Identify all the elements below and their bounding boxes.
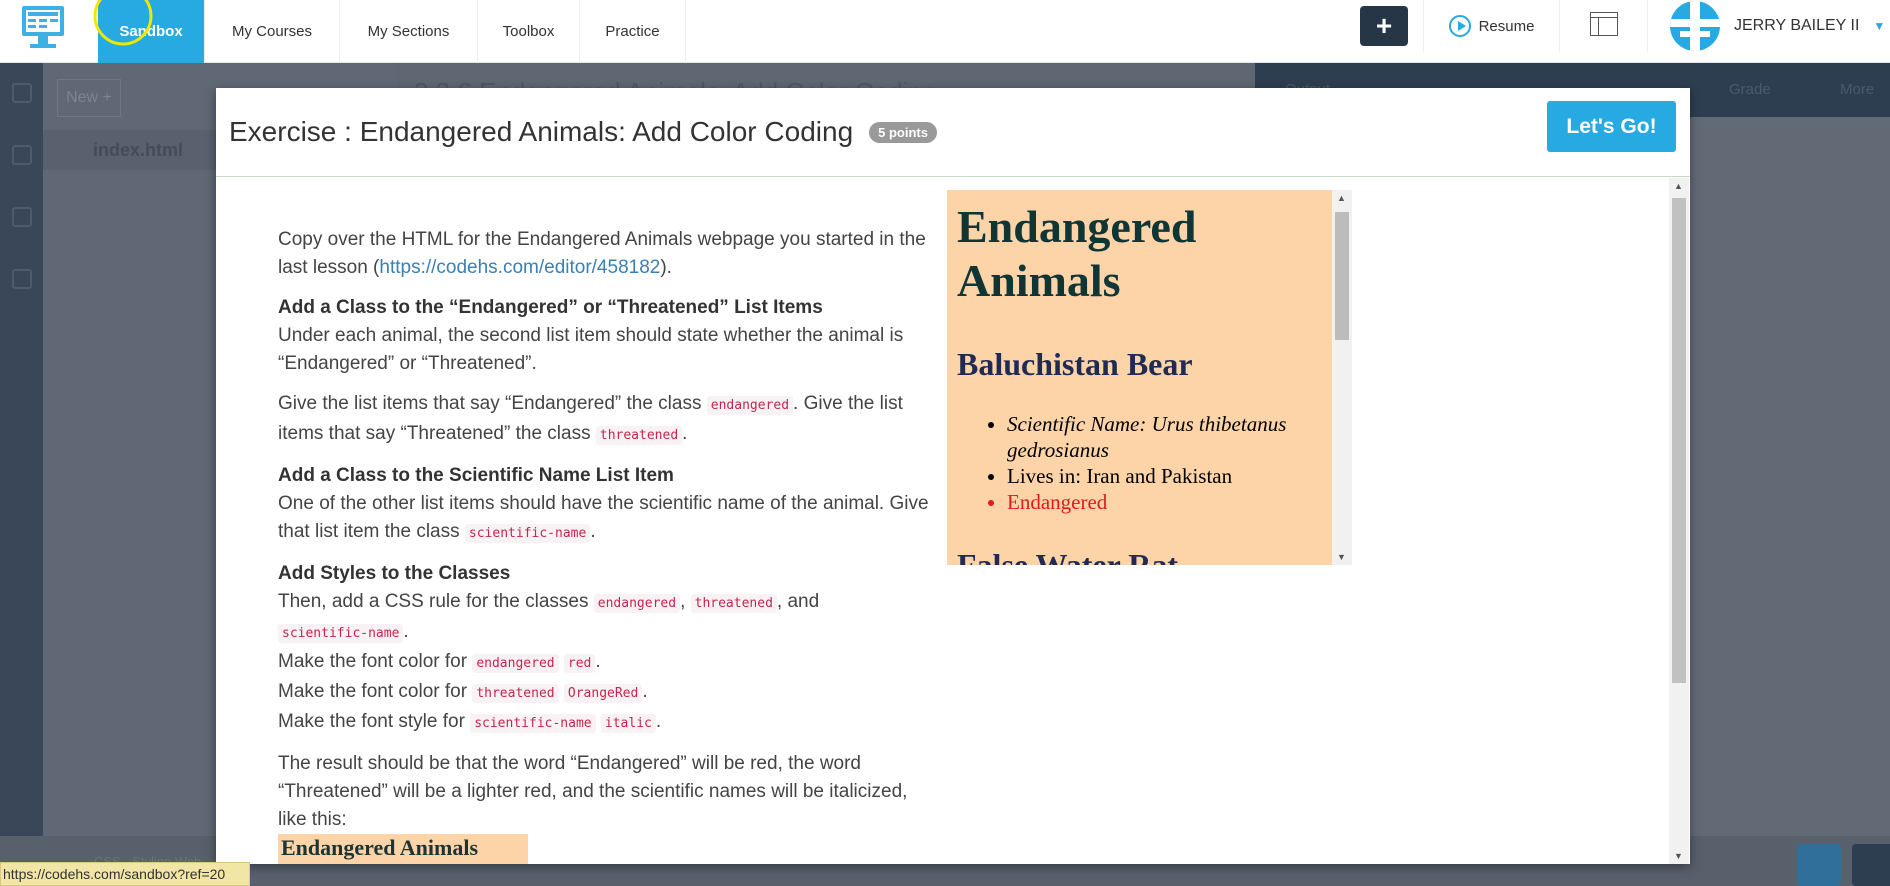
text: The result should be that the word “Enda… bbox=[278, 753, 908, 830]
text: ). bbox=[660, 257, 672, 278]
section-heading: Add a Class to the Scientific Name List … bbox=[278, 465, 674, 486]
modal-scrollbar[interactable]: ▲ ▼ bbox=[1669, 178, 1689, 864]
left-icon-strip bbox=[0, 63, 43, 843]
list-item: Scientific Name: Urus thibetanus gedrosi… bbox=[1007, 411, 1317, 463]
code-endangered: endangered bbox=[706, 396, 794, 415]
editor-link[interactable]: https://codehs.com/editor/458182 bbox=[379, 257, 660, 278]
section-heading: Add a Class to the “Endangered” or “Thre… bbox=[278, 297, 823, 318]
code-scientific-name: scientific-name bbox=[278, 624, 404, 643]
text: Then, add a CSS rule for the classes bbox=[278, 591, 594, 612]
output-preview: Endangered Animals Baluchistan Bear Scie… bbox=[947, 190, 1352, 565]
modal-header: Exercise : Endangered Animals: Add Color… bbox=[216, 88, 1690, 177]
code-file-icon[interactable] bbox=[11, 207, 32, 227]
code-orangered: OrangeRed bbox=[563, 684, 643, 703]
text: Under each animal, the second list item … bbox=[278, 325, 904, 374]
scroll-down-icon[interactable]: ▼ bbox=[1674, 851, 1683, 861]
text: Give the list items that say “Endangered… bbox=[278, 393, 707, 414]
preview-title: Endangered Animals bbox=[957, 201, 1197, 306]
preview-animal-heading: Baluchistan Bear bbox=[957, 346, 1193, 382]
text: Make the font color for bbox=[278, 651, 473, 672]
code-threatened: threatened bbox=[690, 594, 777, 613]
window-layout-icon[interactable] bbox=[1590, 12, 1618, 36]
gear-icon[interactable] bbox=[11, 269, 32, 289]
cursor-highlight-icon bbox=[93, 0, 153, 46]
text: . bbox=[403, 621, 409, 642]
user-name: JERRY BAILEY II bbox=[1734, 17, 1860, 34]
code-threatened: threatened bbox=[595, 426, 683, 445]
tab-more[interactable]: More bbox=[1840, 81, 1874, 98]
info-icon[interactable] bbox=[1852, 844, 1890, 886]
section-heading: Add Styles to the Classes bbox=[278, 563, 511, 584]
text: Make the font style for bbox=[278, 711, 471, 732]
code-scientific-name: scientific-name bbox=[470, 714, 596, 733]
text: . bbox=[655, 711, 662, 732]
text: Make the font color for bbox=[278, 681, 473, 702]
code-scientific-name: scientific-name bbox=[464, 524, 591, 543]
tab-my-sections[interactable]: My Sections bbox=[340, 0, 478, 63]
example-image: Endangered Animals bbox=[278, 834, 528, 864]
text: . bbox=[590, 521, 596, 542]
list-item: Lives in: Iran and Pakistan bbox=[1007, 463, 1317, 489]
preview-list: Scientific Name: Urus thibetanus gedrosi… bbox=[1007, 411, 1317, 515]
tab-grade[interactable]: Grade bbox=[1729, 81, 1771, 98]
code-endangered: endangered bbox=[593, 594, 681, 613]
text: One of the other list items should have … bbox=[278, 493, 929, 542]
text: . bbox=[642, 681, 648, 702]
avatar bbox=[1670, 1, 1720, 51]
scroll-up-icon[interactable]: ▲ bbox=[1674, 181, 1683, 191]
preview-animal-heading: False Water Rat bbox=[957, 547, 1178, 565]
new-file-button[interactable]: New + bbox=[57, 79, 121, 117]
resume-button[interactable]: Resume bbox=[1423, 0, 1560, 52]
tab-my-courses[interactable]: My Courses bbox=[205, 0, 340, 63]
resume-label: Resume bbox=[1478, 17, 1535, 35]
lets-go-button[interactable]: Let's Go! bbox=[1547, 101, 1676, 152]
scroll-up-icon[interactable]: ▲ bbox=[1337, 193, 1346, 203]
tab-practice[interactable]: Practice bbox=[580, 0, 686, 63]
instructions: Copy over the HTML for the Endangered An… bbox=[278, 226, 938, 864]
chevron-down-icon: ▼ bbox=[1873, 19, 1886, 33]
code-italic: italic bbox=[600, 714, 656, 733]
text: . bbox=[682, 423, 688, 444]
modal-body: Copy over the HTML for the Endangered An… bbox=[216, 178, 1690, 864]
code-red: red bbox=[563, 654, 596, 673]
text: , and bbox=[776, 591, 820, 612]
list-item: Endangered bbox=[1007, 489, 1317, 515]
code-threatened: threatened bbox=[472, 684, 559, 703]
preview-scrollbar[interactable]: ▲ ▼ bbox=[1332, 190, 1352, 565]
top-nav: Sandbox My Courses My Sections Toolbox P… bbox=[0, 0, 1890, 63]
code-endangered: endangered bbox=[472, 654, 559, 673]
text: . bbox=[595, 651, 601, 672]
lab-icon[interactable] bbox=[1797, 844, 1841, 886]
tab-toolbox[interactable]: Toolbox bbox=[478, 0, 580, 63]
modal-title: Exercise : Endangered Animals: Add Color… bbox=[229, 116, 854, 147]
codehs-logo-icon[interactable] bbox=[18, 2, 68, 52]
points-badge: 5 points bbox=[869, 121, 937, 143]
add-button[interactable]: + bbox=[1360, 6, 1408, 46]
play-icon bbox=[1448, 15, 1471, 37]
user-menu[interactable]: JERRY BAILEY II ▼ bbox=[1647, 0, 1890, 52]
calendar-icon[interactable] bbox=[11, 145, 32, 165]
status-url: https://codehs.com/sandbox?ref=20 bbox=[0, 862, 250, 886]
exercise-modal: Exercise : Endangered Animals: Add Color… bbox=[216, 88, 1690, 864]
text: , bbox=[680, 591, 691, 612]
map-icon[interactable] bbox=[11, 83, 32, 103]
scroll-down-icon[interactable]: ▼ bbox=[1337, 552, 1346, 562]
